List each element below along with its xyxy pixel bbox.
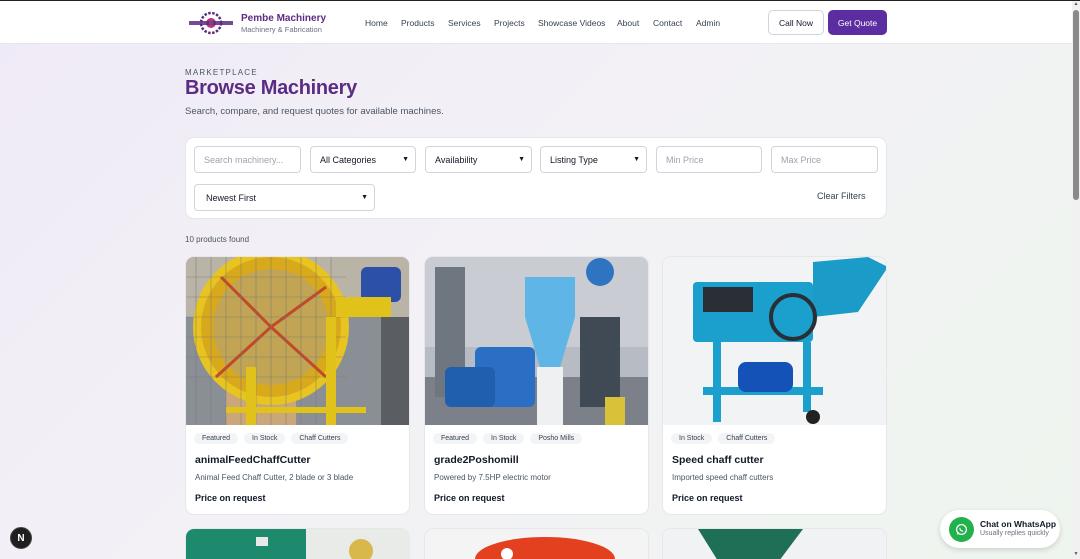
product-card-partial[interactable]	[185, 528, 410, 559]
whatsapp-chat-widget[interactable]: Chat on WhatsApp Usually replies quickly	[940, 510, 1060, 548]
product-title[interactable]: animalFeedChaffCutter	[195, 454, 311, 466]
product-card-speed-chaff-cutter[interactable]: In Stock Chaff Cutters Speed chaff cutte…	[662, 256, 887, 515]
tag-in-stock: In Stock	[244, 433, 286, 444]
whatsapp-subtitle: Usually replies quickly	[980, 530, 1049, 537]
product-title[interactable]: Speed chaff cutter	[672, 454, 764, 466]
scroll-up-arrow-icon[interactable]: ▲	[1073, 1, 1079, 7]
product-card-partial[interactable]	[662, 528, 887, 559]
page-title: Browse Machinery	[185, 77, 357, 99]
listing-type-select-value: Listing Type	[550, 154, 598, 165]
availability-select-value: Availability	[435, 154, 478, 165]
search-input[interactable]: Search machinery...	[194, 146, 301, 173]
product-price: Price on request	[195, 493, 266, 503]
product-price: Price on request	[434, 493, 505, 503]
product-description: Powered by 7.5HP electric motor	[434, 473, 551, 482]
max-price-input[interactable]: Max Price	[771, 146, 878, 173]
product-card-grade2-poshomill[interactable]: Featured In Stock Posho Mills grade2Posh…	[424, 256, 649, 515]
tag-featured: Featured	[194, 433, 239, 444]
page: Pembe Machinery Machinery & Fabrication …	[0, 0, 1072, 559]
nav-about[interactable]: About	[617, 18, 639, 28]
category-select[interactable]: All Categories ▼	[310, 146, 416, 173]
listing-type-select[interactable]: Listing Type ▼	[540, 146, 647, 173]
chevron-down-icon: ▼	[361, 194, 368, 201]
page-subtitle: Search, compare, and request quotes for …	[185, 106, 444, 117]
window-top-edge	[0, 0, 1080, 1]
call-now-button[interactable]: Call Now	[768, 10, 824, 35]
nav-services[interactable]: Services	[448, 18, 481, 28]
page-scrollbar[interactable]: ▲ ▼	[1072, 0, 1080, 559]
product-tags: Featured In Stock Posho Mills	[433, 433, 583, 444]
results-count: 10 products found	[185, 235, 250, 244]
scrollbar-thumb[interactable]	[1073, 10, 1079, 200]
nav-showcase-videos[interactable]: Showcase Videos	[538, 18, 605, 28]
clear-filters-button[interactable]: Clear Filters	[817, 191, 866, 201]
brand-name[interactable]: Pembe Machinery	[241, 13, 326, 24]
whatsapp-icon	[949, 517, 974, 542]
product-tags: In Stock Chaff Cutters	[671, 433, 776, 444]
tag-in-stock: In Stock	[671, 433, 713, 444]
category-select-value: All Categories	[320, 154, 377, 165]
tag-in-stock: In Stock	[483, 433, 525, 444]
section-eyebrow: MARKETPLACE	[185, 68, 258, 77]
product-card-animal-feed-chaff-cutter[interactable]: Featured In Stock Chaff Cutters animalFe…	[185, 256, 410, 515]
product-image[interactable]	[425, 529, 649, 559]
sort-select[interactable]: Newest First ▼	[194, 184, 375, 211]
nav-contact[interactable]: Contact	[653, 18, 682, 28]
tag-category: Posho Mills	[530, 433, 583, 444]
whatsapp-title: Chat on WhatsApp	[980, 519, 1057, 529]
product-price: Price on request	[672, 493, 743, 503]
product-image[interactable]	[425, 257, 648, 425]
product-card-partial[interactable]	[424, 528, 649, 559]
product-description: Imported speed chaff cutters	[672, 473, 774, 482]
availability-select[interactable]: Availability ▼	[425, 146, 532, 173]
product-tags: Featured In Stock Chaff Cutters	[194, 433, 349, 444]
sort-select-value: Newest First	[206, 192, 257, 203]
chevron-down-icon: ▼	[402, 156, 409, 163]
product-image[interactable]	[663, 257, 886, 425]
product-image[interactable]	[663, 529, 887, 559]
nav-home[interactable]: Home	[365, 18, 388, 28]
chevron-down-icon: ▼	[518, 156, 525, 163]
product-title[interactable]: grade2Poshomill	[434, 454, 519, 466]
nav-products[interactable]: Products	[401, 18, 435, 28]
nav-admin[interactable]: Admin	[696, 18, 720, 28]
get-quote-button[interactable]: Get Quote	[828, 10, 887, 35]
brand-tagline: Machinery & Fabrication	[241, 25, 322, 34]
tag-category: Chaff Cutters	[718, 433, 776, 444]
tag-category: Chaff Cutters	[291, 433, 349, 444]
product-description: Animal Feed Chaff Cutter, 2 blade or 3 b…	[195, 473, 354, 482]
min-price-input[interactable]: Min Price	[656, 146, 762, 173]
site-header: Pembe Machinery Machinery & Fabrication …	[0, 1, 1072, 44]
chevron-down-icon: ▼	[633, 156, 640, 163]
scroll-down-arrow-icon[interactable]: ▼	[1073, 551, 1079, 557]
tag-featured: Featured	[433, 433, 478, 444]
nav-projects[interactable]: Projects	[494, 18, 525, 28]
pembe-logo[interactable]	[187, 10, 235, 36]
framework-badge[interactable]: N	[10, 527, 32, 549]
product-image[interactable]	[186, 529, 410, 559]
product-image[interactable]	[186, 257, 409, 425]
